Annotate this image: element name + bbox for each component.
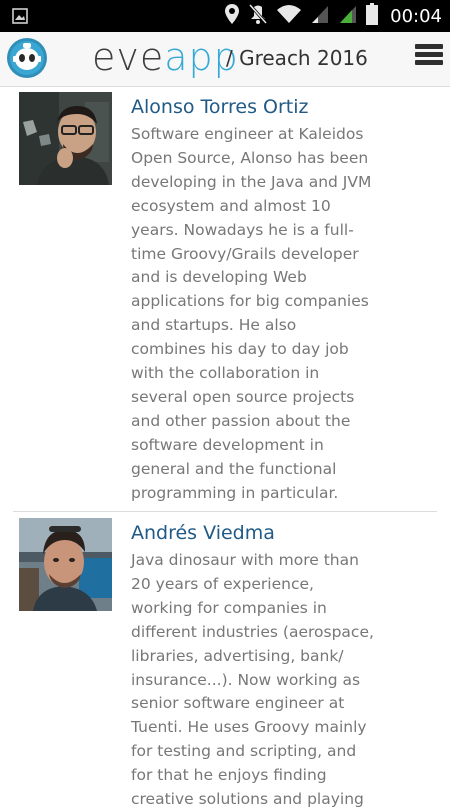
bio-line: with the collaboration in [131, 364, 320, 383]
bio-line: ecosystem and almost 10 [131, 196, 331, 215]
bio-line: insurance...). Now working as [131, 670, 361, 689]
bio-line: and is developing Web [131, 268, 307, 287]
bio-line: programming in particular. [131, 483, 339, 502]
speaker-bio: Java dinosaur with more than 20 years of… [131, 549, 376, 812]
bio-line: software development in [131, 435, 324, 454]
bio-line: for testing and scripting, and [131, 742, 357, 761]
bio-line: time Groovy/Grails developer [131, 244, 359, 263]
event-title: / Greach 2016 [226, 46, 368, 70]
speaker-name[interactable]: Alonso Torres Ortiz [131, 96, 308, 118]
app-header: eve app / Greach 2016 [0, 32, 450, 87]
menu-button[interactable] [415, 44, 443, 70]
brand-logo: eve app [92, 35, 239, 83]
eveapp-logo-icon[interactable] [6, 37, 48, 79]
signal-icon [310, 4, 330, 28]
speaker-bio: Software engineer at Kaleidos Open Sourc… [131, 123, 376, 506]
speaker-name[interactable]: Andrés Viedma [131, 522, 275, 544]
bio-line: and startups. He also [131, 316, 297, 335]
bio-line: combines his day to day job [131, 340, 349, 359]
mute-icon [248, 3, 268, 29]
brand-eve: eve [92, 35, 165, 79]
bio-line: Open Source, Alonso has been [131, 148, 369, 167]
bio-line: several open source projects [131, 387, 355, 406]
bio-line: creative solutions and playing [131, 790, 364, 809]
speaker-item[interactable]: Andrés Viedma Java dinosaur with more th… [13, 511, 437, 812]
clock: 00:04 [390, 5, 442, 27]
bio-line: developing in the Java and JVM [131, 172, 372, 191]
bio-line: and other passion about the [131, 411, 351, 430]
bio-line: Java dinosaur with more than [131, 551, 359, 569]
bio-line: 20 years of experience, [131, 574, 314, 593]
bio-line: for that he enjoys finding [131, 766, 327, 785]
bio-line: different industries (aerospace, [131, 622, 374, 641]
bio-line: general and the functional [131, 459, 337, 478]
hamburger-bar [415, 60, 443, 65]
image-notification-icon [12, 8, 28, 28]
location-icon [224, 3, 240, 29]
speaker-list: Alonso Torres Ortiz Software engineer at… [0, 87, 450, 812]
bio-line: Software engineer at Kaleidos [131, 125, 364, 143]
status-bar: 00:04 [0, 0, 450, 32]
bio-line: Tuenti. He uses Groovy mainly [131, 718, 367, 737]
bio-line: libraries, advertising, bank/ [131, 646, 344, 665]
speaker-photo[interactable] [19, 92, 112, 185]
battery-icon [366, 3, 379, 29]
bio-line: working for companies in [131, 598, 327, 617]
signal-icon [338, 4, 358, 28]
wifi-icon [276, 4, 302, 28]
bio-line: senior software engineer at [131, 694, 345, 713]
bio-line: years. Nowadays he is a full- [131, 220, 354, 239]
speaker-photo[interactable] [19, 518, 112, 611]
hamburger-bar [415, 52, 443, 57]
speaker-item[interactable]: Alonso Torres Ortiz Software engineer at… [0, 87, 450, 511]
hamburger-bar [415, 44, 443, 49]
bio-line: applications for big companies [131, 292, 369, 311]
